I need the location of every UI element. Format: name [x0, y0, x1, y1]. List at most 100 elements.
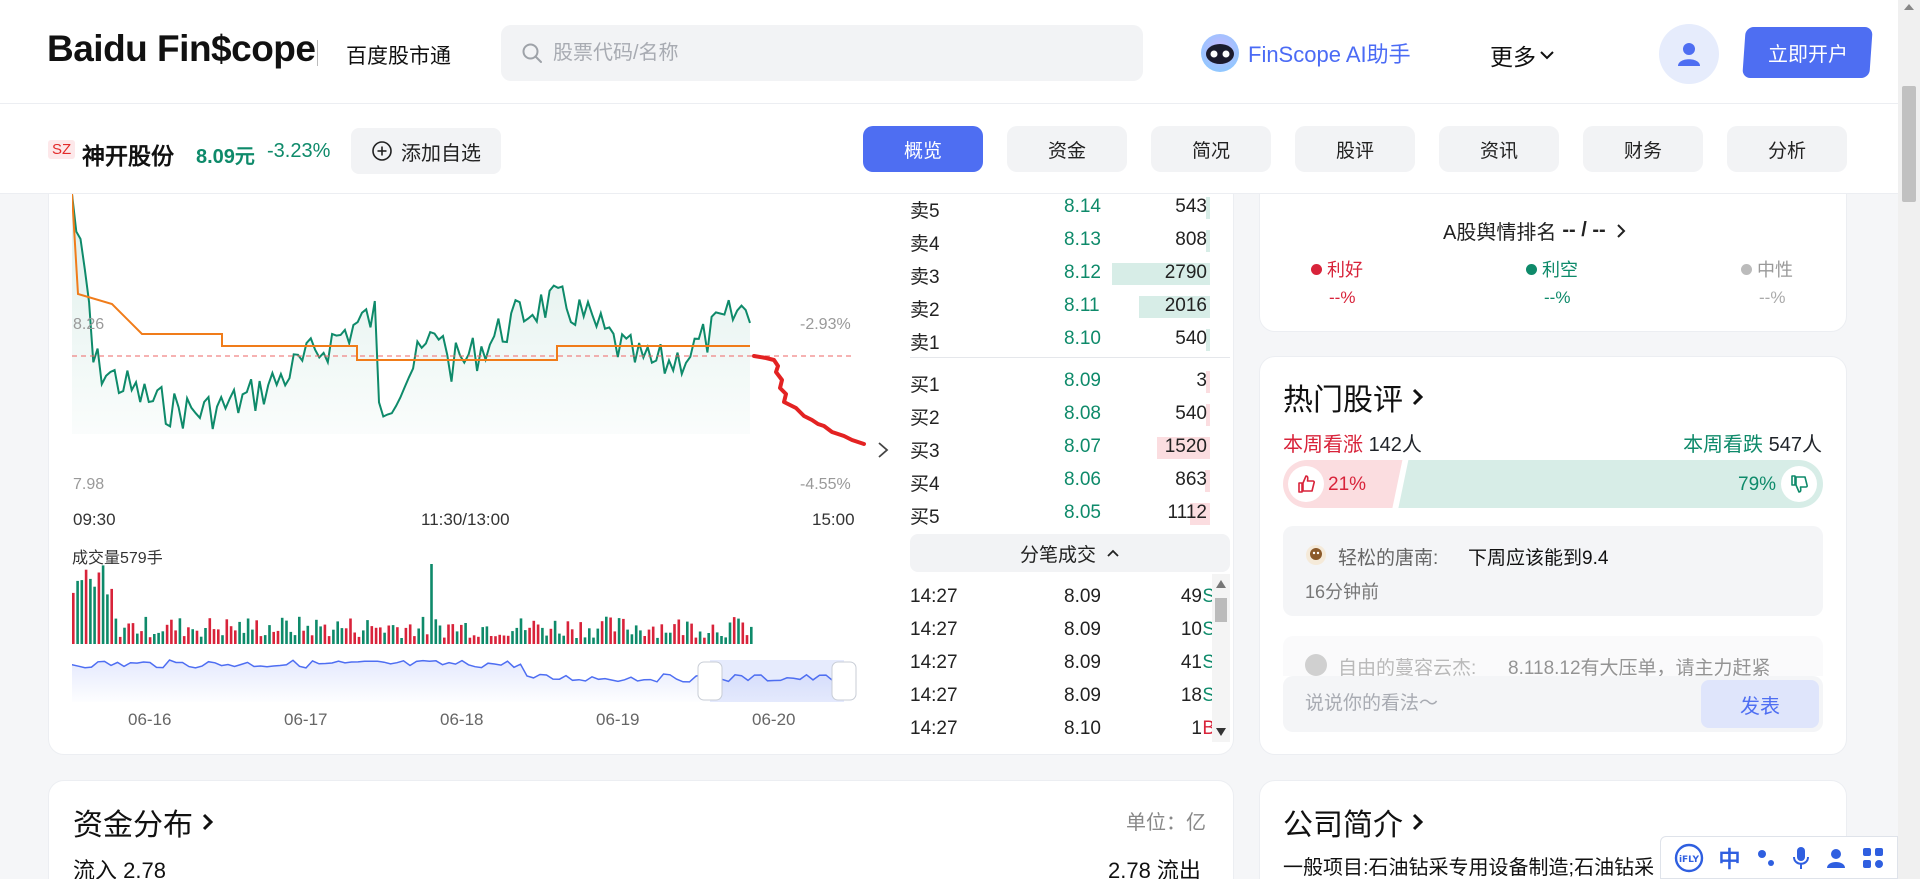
- volume-bar: [468, 637, 472, 644]
- tab-reviews[interactable]: 股评: [1295, 126, 1415, 172]
- neutral-label: 中性: [1757, 260, 1793, 280]
- ime-chinese-mode[interactable]: 中: [1718, 842, 1740, 874]
- review-item[interactable]: 自由的蔓容云杰: 8.118.12有大压单，请主力赶紧: [1283, 636, 1823, 676]
- intraday-chart[interactable]: [72, 194, 872, 734]
- volume-bar: [720, 636, 723, 644]
- volume-bar: [383, 632, 386, 644]
- volume-bar: [263, 635, 267, 644]
- tick-price: 8.09: [1064, 619, 1101, 640]
- ifly-logo-icon[interactable]: iFLY: [1674, 843, 1704, 873]
- tab-profile[interactable]: 简况: [1151, 126, 1271, 172]
- more-menu[interactable]: 更多: [1490, 38, 1555, 72]
- neutral-value: --%: [1759, 288, 1786, 307]
- volume-bar: [494, 636, 497, 644]
- thumbs-down-icon: [1791, 475, 1808, 493]
- fund-distribution-title[interactable]: 资金分布: [73, 800, 215, 844]
- ask-level-row: 卖4 8.13 808: [910, 223, 1210, 256]
- search-box[interactable]: [501, 25, 1143, 81]
- review-input[interactable]: [1283, 676, 1683, 732]
- volume-bar: [686, 621, 689, 644]
- tab-funds[interactable]: 资金: [1007, 126, 1127, 172]
- level-price: 8.09: [1064, 370, 1101, 391]
- chevron-right-icon[interactable]: [876, 440, 890, 460]
- add-watchlist-button[interactable]: 添加自选: [351, 128, 501, 174]
- level-label: 买4: [910, 474, 940, 495]
- positive-sentiment: 利好: [1311, 256, 1363, 282]
- volume-bar: [396, 627, 399, 644]
- thumbs-up-button[interactable]: [1288, 466, 1324, 502]
- volume-bar: [127, 623, 130, 644]
- navigator[interactable]: [72, 659, 857, 702]
- volume-bar: [131, 623, 135, 644]
- volume-bar: [489, 636, 493, 644]
- level-label: 卖2: [910, 300, 940, 321]
- ai-assistant-link[interactable]: FinScope AI助手: [1200, 30, 1411, 76]
- level-label: 买5: [910, 507, 940, 528]
- thumbs-up-icon: [1298, 475, 1315, 493]
- logo-subtitle[interactable]: 百度股市通: [346, 40, 451, 70]
- date-label: 06-19: [596, 710, 640, 729]
- page-scrollbar[interactable]: [1898, 0, 1920, 879]
- tick-trades-toggle[interactable]: 分笔成交: [910, 534, 1230, 572]
- thumbs-down-button[interactable]: [1781, 466, 1817, 502]
- volume-bar: [114, 618, 118, 644]
- navigator-handle[interactable]: [831, 661, 857, 701]
- logo[interactable]: Baidu Fin$cope: [47, 28, 316, 70]
- volume-bar: [477, 636, 480, 644]
- volume-bar: [174, 630, 177, 644]
- volume-bar: [332, 629, 335, 644]
- volume-bar: [136, 633, 139, 644]
- search-input[interactable]: [553, 25, 1113, 81]
- volume-bar: [148, 637, 152, 644]
- post-button[interactable]: 发表: [1701, 680, 1819, 728]
- tab-finance[interactable]: 财务: [1583, 126, 1703, 172]
- negative-sentiment: 利空: [1526, 256, 1578, 282]
- sentiment-rank[interactable]: A股舆情排名 -- / --: [1443, 216, 1626, 245]
- user-avatar-button[interactable]: [1659, 24, 1719, 84]
- neutral-sentiment: 中性: [1741, 256, 1793, 282]
- outflow-value: 2.78 流出: [1108, 858, 1201, 879]
- level-label: 卖1: [910, 333, 940, 354]
- company-intro-label: 公司简介: [1283, 809, 1403, 842]
- scroll-up-icon[interactable]: [1904, 4, 1914, 10]
- volume-bar: [430, 564, 433, 644]
- volume-bar: [170, 619, 173, 644]
- navigator-handle[interactable]: [697, 661, 723, 701]
- positive-label: 利好: [1327, 260, 1363, 280]
- review-author[interactable]: 轻松的唐南:: [1338, 543, 1438, 570]
- scroll-down-icon[interactable]: [1216, 728, 1226, 736]
- level-volume: 1112: [1167, 502, 1207, 523]
- volume-bar: [605, 616, 608, 644]
- review-item[interactable]: 轻松的唐南: 下周应该能到9.4 16分钟前: [1283, 526, 1823, 616]
- volume-bar: [323, 624, 327, 644]
- scroll-up-icon[interactable]: [1216, 580, 1226, 588]
- user-icon[interactable]: [1825, 847, 1847, 869]
- company-intro-title[interactable]: 公司简介: [1283, 800, 1425, 844]
- stock-name: 神开股份: [82, 143, 174, 169]
- neutral-dot: [1741, 263, 1752, 275]
- volume-bar: [400, 638, 403, 644]
- navigator-selection[interactable]: [710, 660, 844, 702]
- avatar: [1305, 654, 1327, 676]
- volume-bar: [515, 627, 519, 644]
- volume-bar: [366, 620, 369, 644]
- tab-analysis[interactable]: 分析: [1727, 126, 1847, 172]
- tab-news[interactable]: 资讯: [1439, 126, 1559, 172]
- microphone-icon[interactable]: [1791, 846, 1811, 870]
- hot-reviews-title[interactable]: 热门股评: [1283, 375, 1425, 419]
- add-watchlist-label: 添加自选: [401, 142, 481, 165]
- stock-price: 8.09元: [196, 146, 255, 168]
- tab-overview[interactable]: 概览: [863, 126, 983, 172]
- volume-bar: [110, 588, 113, 644]
- punctuation-icon[interactable]: [1755, 847, 1777, 869]
- tick-scroll-thumb[interactable]: [1215, 598, 1227, 622]
- volume-bar: [298, 616, 301, 644]
- grid-menu-icon[interactable]: [1862, 847, 1884, 869]
- page-scroll-thumb[interactable]: [1902, 86, 1916, 202]
- tick-row: 14:27 8.09 10 S: [910, 613, 1215, 646]
- review-author[interactable]: 自由的蔓容云杰:: [1338, 653, 1476, 676]
- tick-row: 14:27 8.09 49 S: [910, 580, 1215, 613]
- open-account-button[interactable]: 立即开户: [1742, 27, 1873, 78]
- tick-scrollbar[interactable]: [1212, 574, 1230, 742]
- top-header: Baidu Fin$cope 百度股市通 FinScope AI助手 更多 立即…: [0, 0, 1898, 104]
